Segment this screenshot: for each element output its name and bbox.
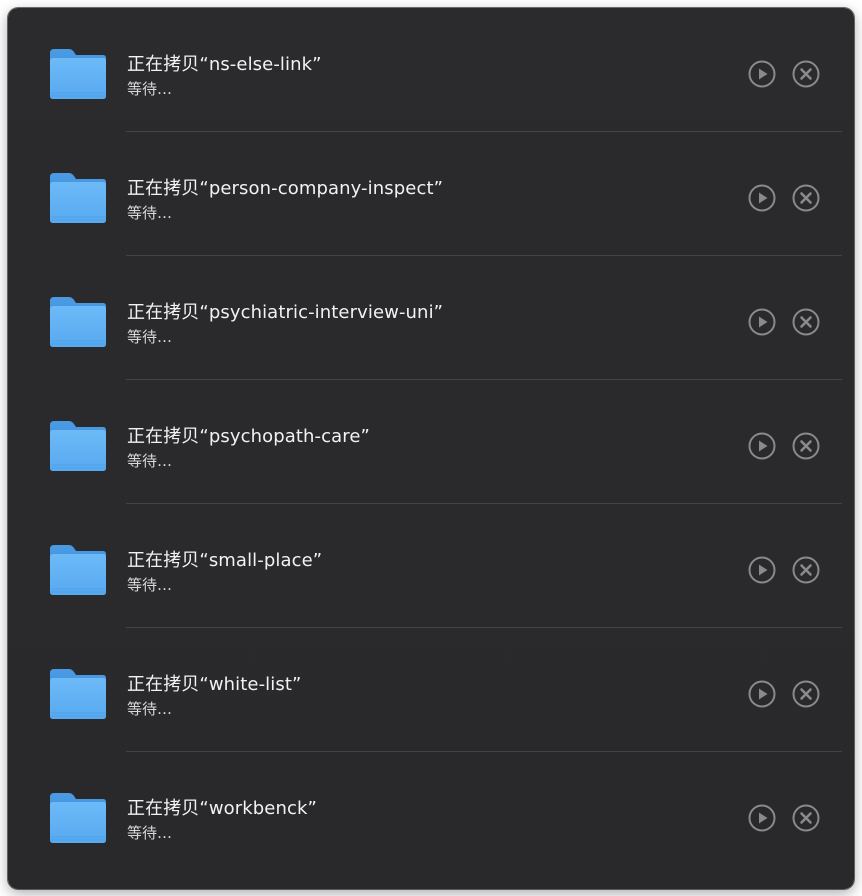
copy-task-title: 正在拷贝“ns-else-link” bbox=[127, 54, 322, 75]
copy-task-status: 等待… bbox=[127, 452, 173, 470]
copy-task-title: 正在拷贝“small-place” bbox=[127, 550, 323, 571]
folder-icon bbox=[50, 421, 106, 471]
folder-icon bbox=[50, 669, 106, 719]
play-circle-icon[interactable] bbox=[748, 804, 776, 832]
copy-task-status: 等待… bbox=[127, 576, 173, 594]
play-circle-icon[interactable] bbox=[748, 184, 776, 212]
close-circle-icon[interactable] bbox=[792, 308, 820, 336]
close-circle-icon[interactable] bbox=[792, 556, 820, 584]
copy-task-row: 正在拷贝“white-list” 等待… bbox=[8, 628, 854, 752]
folder-icon bbox=[50, 297, 106, 347]
close-circle-icon[interactable] bbox=[792, 432, 820, 460]
copy-task-status: 等待… bbox=[127, 824, 173, 842]
close-circle-icon[interactable] bbox=[792, 804, 820, 832]
copy-task-row: 正在拷贝“person-company-inspect” 等待… bbox=[8, 132, 854, 256]
copy-task-status: 等待… bbox=[127, 328, 173, 346]
play-circle-icon[interactable] bbox=[748, 556, 776, 584]
copy-task-title: 正在拷贝“psychopath-care” bbox=[127, 426, 370, 447]
copy-task-row: 正在拷贝“ns-else-link” 等待… bbox=[8, 8, 854, 132]
copy-task-row: 正在拷贝“psychiatric-interview-uni” 等待… bbox=[8, 256, 854, 380]
close-circle-icon[interactable] bbox=[792, 184, 820, 212]
copy-progress-window: 正在拷贝“ns-else-link” 等待… 正在拷贝“person-compa… bbox=[8, 8, 854, 889]
close-circle-icon[interactable] bbox=[792, 680, 820, 708]
folder-icon bbox=[50, 545, 106, 595]
play-circle-icon[interactable] bbox=[748, 308, 776, 336]
copy-task-row: 正在拷贝“small-place” 等待… bbox=[8, 504, 854, 628]
copy-task-status: 等待… bbox=[127, 700, 173, 718]
play-circle-icon[interactable] bbox=[748, 60, 776, 88]
copy-task-title: 正在拷贝“workbenck” bbox=[127, 798, 317, 819]
copy-task-row: 正在拷贝“psychopath-care” 等待… bbox=[8, 380, 854, 504]
copy-task-row: 正在拷贝“workbenck” 等待… bbox=[8, 752, 854, 876]
play-circle-icon[interactable] bbox=[748, 680, 776, 708]
copy-task-title: 正在拷贝“person-company-inspect” bbox=[127, 178, 444, 199]
folder-icon bbox=[50, 49, 106, 99]
folder-icon bbox=[50, 173, 106, 223]
copy-task-title: 正在拷贝“psychiatric-interview-uni” bbox=[127, 302, 444, 323]
copy-task-status: 等待… bbox=[127, 80, 173, 98]
folder-icon bbox=[50, 793, 106, 843]
close-circle-icon[interactable] bbox=[792, 60, 820, 88]
copy-task-title: 正在拷贝“white-list” bbox=[127, 674, 302, 695]
play-circle-icon[interactable] bbox=[748, 432, 776, 460]
copy-task-status: 等待… bbox=[127, 204, 173, 222]
